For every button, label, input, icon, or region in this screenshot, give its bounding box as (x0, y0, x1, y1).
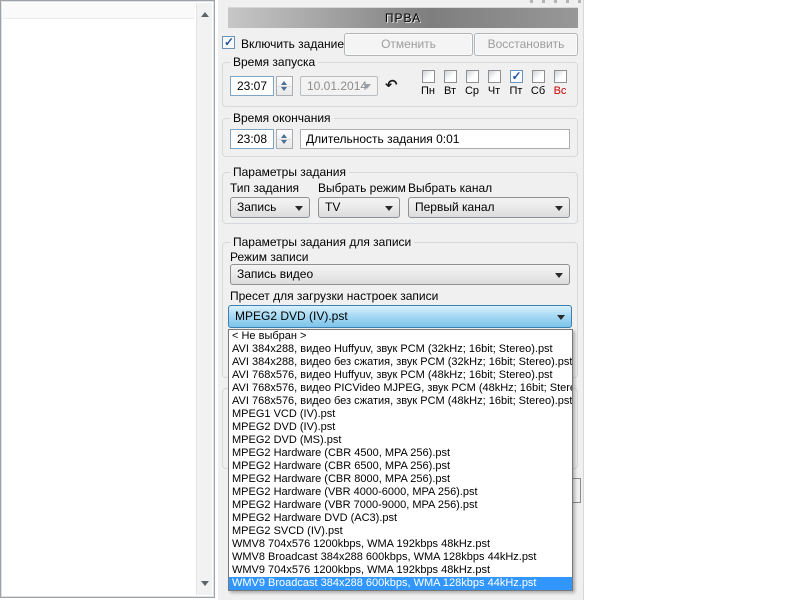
end-time-group-label: Время окончания (230, 111, 334, 125)
end-time-spinner[interactable] (276, 129, 293, 149)
day-column: Чт (483, 70, 505, 97)
day-checkbox-5[interactable] (532, 70, 545, 83)
day-column: Вс (549, 70, 571, 97)
spin-up-icon[interactable] (281, 134, 287, 138)
mode-combobox[interactable]: TV (318, 197, 400, 218)
record-mode-value: Запись видео (237, 267, 313, 281)
scroll-up-icon[interactable] (201, 12, 209, 17)
end-time-input[interactable]: 23:08 (230, 129, 274, 149)
day-column: Вт (439, 70, 461, 97)
day-label-6: Вс (549, 85, 571, 97)
enable-task-checkbox[interactable] (222, 36, 235, 49)
channel-label: Выбрать канал (408, 181, 492, 195)
spin-down-icon[interactable] (281, 87, 287, 91)
chevron-down-icon (295, 206, 303, 211)
preset-combobox[interactable]: MPEG2 DVD (IV).pst (228, 305, 572, 328)
preset-option[interactable]: WMV8 704x576 1200kbps, WMA 192kbps 48kHz… (229, 538, 572, 551)
panel-title: ПРВА (385, 11, 421, 25)
scroll-down-icon[interactable] (201, 581, 209, 586)
start-time-spinner[interactable] (276, 76, 293, 96)
preset-option[interactable]: AVI 768x576, видео Huffyuv, звук PCM (48… (229, 369, 572, 382)
cancel-button[interactable]: Отменить (344, 33, 473, 56)
restore-button[interactable]: Восстановить (474, 33, 578, 56)
record-params-group-label: Параметры задания для записи (230, 235, 414, 249)
undo-icon[interactable]: ↶ (385, 76, 398, 94)
start-date-combobox: 10.01.2014 (300, 76, 378, 96)
duration-field: Длительность задания 0:01 (300, 129, 570, 149)
panel-title-bar: ПРВА (228, 7, 578, 28)
day-label-2: Ср (461, 85, 483, 97)
chevron-down-icon (385, 206, 393, 211)
day-checkbox-1[interactable] (444, 70, 457, 83)
day-column: Пт (505, 70, 527, 97)
spin-up-icon[interactable] (281, 81, 287, 85)
day-column: Сб (527, 70, 549, 97)
preset-option[interactable]: MPEG2 DVD (MS).pst (229, 434, 572, 447)
day-column: Ср (461, 70, 483, 97)
chevron-down-icon (363, 84, 371, 89)
preset-option[interactable]: WMV9 704x576 1200kbps, WMA 192kbps 48kHz… (229, 564, 572, 577)
chevron-down-icon (555, 206, 563, 211)
mode-label: Выбрать режим (318, 181, 406, 195)
enable-task-label: Включить задание (241, 37, 344, 51)
preset-option[interactable]: AVI 768x576, видео PICVideo MJPEG, звук … (229, 382, 572, 395)
preset-label: Пресет для загрузки настроек записи (230, 289, 438, 303)
preset-option[interactable]: MPEG2 Hardware (VBR 7000-9000, MPA 256).… (229, 499, 572, 512)
start-date-value: 10.01.2014 (307, 79, 367, 93)
clipped-content-artifact (530, 0, 586, 3)
day-checkbox-3[interactable] (488, 70, 501, 83)
day-label-5: Сб (527, 85, 549, 97)
record-mode-combobox[interactable]: Запись видео (230, 264, 570, 285)
preset-option[interactable]: AVI 768x576, видео без сжатия, звук PCM … (229, 395, 572, 408)
day-label-4: Пт (505, 85, 527, 97)
preset-option[interactable]: MPEG2 Hardware (CBR 6500, MPA 256).pst (229, 460, 572, 473)
day-column: Пн (417, 70, 439, 97)
channel-list-header (3, 3, 195, 19)
channel-list-panel (0, 0, 215, 598)
task-type-combobox[interactable]: Запись (230, 197, 310, 218)
preset-option[interactable]: MPEG2 Hardware (CBR 8000, MPA 256).pst (229, 473, 572, 486)
preset-option[interactable]: MPEG1 VCD (IV).pst (229, 408, 572, 421)
day-checkbox-0[interactable] (422, 70, 435, 83)
preset-option[interactable]: AVI 384x288, видео без сжатия, звук PCM … (229, 356, 572, 369)
start-time-group-label: Время запуска (230, 55, 318, 69)
preset-option[interactable]: MPEG2 DVD (IV).pst (229, 421, 572, 434)
day-checkbox-6[interactable] (554, 70, 567, 83)
day-checkbox-4[interactable] (510, 70, 523, 83)
preset-option[interactable]: MPEG2 Hardware (VBR 4000-6000, MPA 256).… (229, 486, 572, 499)
channel-list-scrollbar[interactable] (196, 3, 212, 595)
task-type-value: Запись (237, 200, 276, 214)
preset-option[interactable]: MPEG2 SVCD (IV).pst (229, 525, 572, 538)
start-time-input[interactable]: 23:07 (230, 76, 274, 96)
task-params-group-label: Параметры задания (230, 165, 349, 179)
day-label-0: Пн (417, 85, 439, 97)
channel-value: Первый канал (415, 200, 495, 214)
task-type-label: Тип задания (230, 181, 299, 195)
spin-down-icon[interactable] (281, 140, 287, 144)
record-mode-label: Режим записи (230, 250, 308, 264)
chevron-down-icon (557, 315, 565, 320)
preset-option[interactable]: MPEG2 Hardware DVD (AC3).pst (229, 512, 572, 525)
preset-option[interactable]: WMV9 Broadcast 384x288 600kbps, WMA 128k… (229, 577, 572, 590)
mode-value: TV (325, 200, 340, 214)
day-label-3: Чт (483, 85, 505, 97)
chevron-down-icon (555, 273, 563, 278)
preset-dropdown-list[interactable]: < Не выбран > AVI 384x288, видео Huffyuv… (228, 329, 573, 591)
task-panel: ПРВА Включить задание Отменить Восстанов… (218, 0, 584, 600)
preset-option[interactable]: < Не выбран > (229, 330, 572, 343)
channel-combobox[interactable]: Первый канал (408, 197, 570, 218)
day-label-1: Вт (439, 85, 461, 97)
preset-value: MPEG2 DVD (IV).pst (235, 309, 348, 323)
day-checkbox-2[interactable] (466, 70, 479, 83)
preset-option[interactable]: WMV8 Broadcast 384x288 600kbps, WMA 128k… (229, 551, 572, 564)
preset-option[interactable]: MPEG2 Hardware (CBR 4500, MPA 256).pst (229, 447, 572, 460)
preset-option[interactable]: AVI 384x288, видео Huffyuv, звук PCM (32… (229, 343, 572, 356)
